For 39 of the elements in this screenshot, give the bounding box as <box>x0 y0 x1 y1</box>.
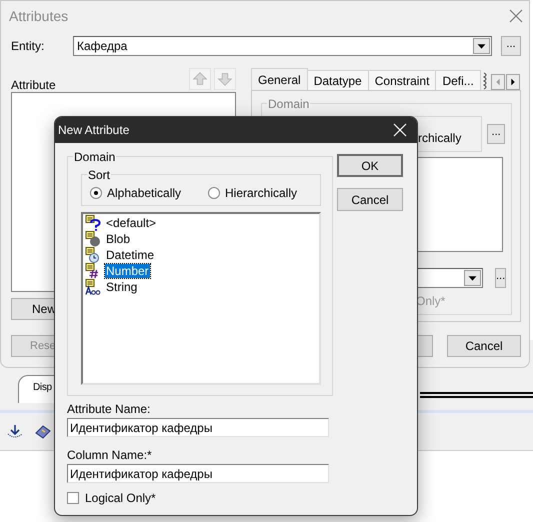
dialog-button[interactable]: Cancel <box>337 188 403 211</box>
circle-type-icon <box>85 231 101 247</box>
tree-item[interactable]: String <box>105 280 138 294</box>
tree-item[interactable]: <default> <box>105 216 158 230</box>
dialog-button[interactable]: OK <box>337 154 403 177</box>
entity-combo[interactable]: Кафедра <box>73 36 492 56</box>
tree-item[interactable]: Number <box>105 264 150 278</box>
group-caption: Sort <box>87 168 112 182</box>
tab[interactable]: General <box>251 68 308 90</box>
browse-button[interactable]: ... <box>487 124 505 144</box>
radio-label[interactable]: rchically <box>418 131 462 145</box>
field-label: Attribute Name: <box>67 402 152 416</box>
download-icon[interactable] <box>6 422 24 440</box>
attribute-label: Attribute <box>11 78 56 92</box>
window-title: Attributes <box>9 8 68 24</box>
entity-label: Entity: <box>11 39 46 53</box>
column-name-field[interactable]: Идентификатор кафедры <box>67 464 329 483</box>
group-caption: Domain <box>73 150 116 164</box>
tree-item[interactable]: Datetime <box>105 248 156 262</box>
tab[interactable]: Constraint <box>368 70 436 90</box>
attribute-name-field[interactable]: Идентификатор кафедры <box>67 418 329 437</box>
browse-button[interactable]: ... <box>501 36 521 56</box>
logical-only-checkbox[interactable]: Logical Only* <box>67 491 405 505</box>
hash-type-icon <box>85 263 101 279</box>
type-tree[interactable]: <default> Blob Datetime Number String <box>81 212 321 385</box>
radio-option[interactable]: Hierarchically <box>208 186 318 200</box>
radio-option[interactable]: Alphabetically <box>90 186 208 200</box>
tree-item[interactable]: Blob <box>105 232 132 246</box>
tab[interactable]: Disp <box>18 375 54 403</box>
browse-button[interactable]: ... <box>495 268 506 288</box>
field-label: Column Name:* <box>67 448 153 462</box>
clock-type-icon <box>85 247 101 263</box>
tab[interactable]: Defi... <box>435 70 481 90</box>
tab[interactable]: Datatype <box>306 70 369 90</box>
dialog-button[interactable]: Cancel <box>447 335 521 357</box>
group-caption: Domain <box>267 97 310 111</box>
abc-type-icon <box>85 279 101 295</box>
scroll-right-icon[interactable] <box>506 74 520 90</box>
dialog-title: New Attribute <box>58 123 130 137</box>
